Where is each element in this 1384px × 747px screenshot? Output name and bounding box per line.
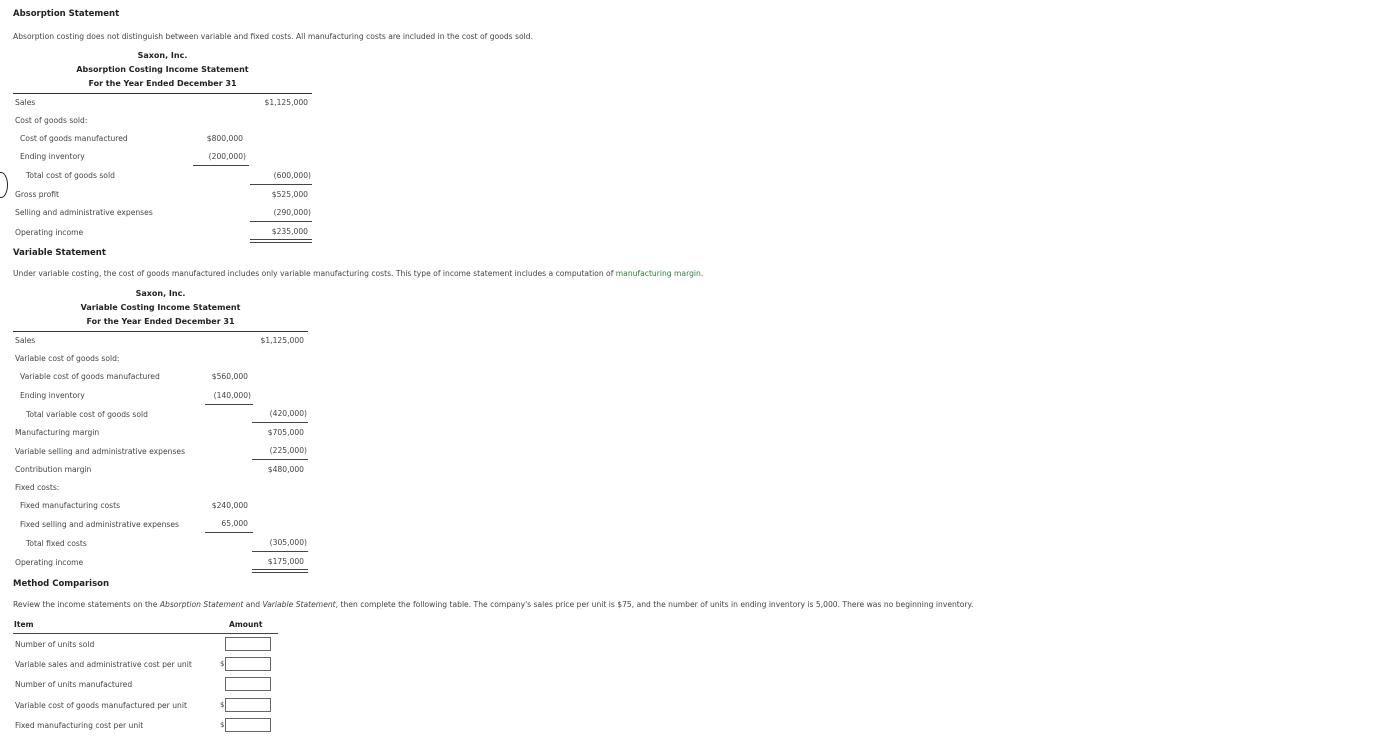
var-fixed-mfg-amount: $240,000 [211, 501, 248, 510]
var-ending-inventory-label: Ending inventory [20, 391, 85, 400]
var-sga-amount: (225,000) [269, 446, 307, 455]
abs-cogm-amount: $800,000 [206, 134, 243, 143]
comparison-intro-a: Review the income statements on the [13, 600, 160, 609]
abs-gross-profit-amount: $525,000 [271, 190, 308, 199]
var-sga-rule [252, 459, 308, 460]
var-sales-amount: $1,125,000 [260, 336, 304, 345]
variable-heading: Variable Statement [13, 248, 106, 258]
variable-intro: Under variable costing, the cost of good… [13, 269, 703, 278]
abs-ending-inventory-label: Ending inventory [20, 152, 85, 161]
column-header-amount: Amount [229, 620, 263, 629]
table-header-rule [13, 633, 278, 634]
variable-header-rule [13, 331, 308, 332]
var-contribution-margin-amount: $480,000 [267, 465, 304, 474]
var-vcogm-amount: $560,000 [211, 372, 248, 381]
abs-total-cogs-amount: (600,000) [273, 171, 311, 180]
abs-ending-inventory-amount: (200,000) [208, 152, 246, 161]
variable-sa-cost-per-unit-input[interactable] [225, 657, 271, 671]
comparison-intro-b: and [243, 600, 263, 609]
comparison-intro-em1: Absorption Statement [159, 600, 244, 609]
var-operating-income-double-rule [252, 569, 308, 573]
dollar-sign: $ [220, 660, 225, 668]
absorption-period: For the Year Ended December 31 [88, 79, 237, 88]
fixed-mfg-cost-per-unit-input[interactable] [225, 718, 271, 732]
var-sales-label: Sales [15, 336, 36, 345]
var-fixed-mfg-label: Fixed manufacturing costs [20, 501, 121, 510]
var-fixed-sga-amount: 65,000 [221, 519, 248, 528]
comparison-intro: Review the income statements on the Abso… [13, 600, 973, 609]
absorption-header-rule [13, 93, 312, 94]
abs-sga-rule [250, 221, 312, 222]
abs-operating-income-double-rule [250, 239, 312, 243]
var-fixed-rule [252, 551, 308, 552]
var-vcogs-header: Variable cost of goods sold: [15, 354, 120, 363]
variable-cogm-per-unit-input[interactable] [225, 698, 271, 712]
abs-sga-amount: (290,000) [273, 208, 311, 217]
var-vcogm-label: Variable cost of goods manufactured [20, 372, 160, 381]
abs-operating-income-label: Operating income [15, 228, 84, 237]
absorption-heading: Absorption Statement [13, 9, 120, 19]
edge-arc-mark [0, 172, 8, 198]
abs-total-cogs-label: Total cost of goods sold [26, 171, 115, 180]
comparison-intro-c: , then complete the following table. The… [335, 600, 974, 609]
dollar-sign: $ [220, 701, 225, 709]
var-sga-label: Variable selling and administrative expe… [15, 447, 186, 456]
var-mfg-margin-label: Manufacturing margin [15, 428, 100, 437]
var-operating-income-amount: $175,000 [267, 557, 304, 566]
var-total-fixed-amount: (305,000) [269, 538, 307, 547]
var-contribution-margin-label: Contribution margin [15, 465, 92, 474]
variable-period: For the Year Ended December 31 [86, 317, 235, 326]
var-total-vcogs-label: Total variable cost of goods sold [26, 410, 148, 419]
abs-subtotal-rule [193, 165, 249, 166]
var-ending-inventory-amount: (140,000) [213, 391, 251, 400]
row-label-variable-cogm-per-unit: Variable cost of goods manufactured per … [15, 701, 187, 710]
abs-sga-label: Selling and administrative expenses [15, 208, 153, 217]
units-sold-input[interactable] [225, 637, 271, 651]
abs-cogm-label: Cost of goods manufactured [20, 134, 128, 143]
row-label-units-sold: Number of units sold [15, 640, 95, 649]
row-label-variable-sa-cost-per-unit: Variable sales and administrative cost p… [15, 660, 192, 669]
abs-cogs-header: Cost of goods sold: [15, 116, 88, 125]
comparison-heading: Method Comparison [13, 579, 110, 589]
column-header-item: Item [14, 620, 34, 629]
var-total-vcogs-amount: (420,000) [269, 409, 307, 418]
row-label-fixed-mfg-cost-per-unit: Fixed manufacturing cost per unit [15, 721, 144, 730]
variable-intro-end: . [700, 269, 704, 278]
variable-company: Saxon, Inc. [135, 289, 186, 298]
abs-sales-amount: $1,125,000 [264, 98, 308, 107]
var-fixed-subtotal-rule [205, 532, 253, 533]
var-total-fixed-label: Total fixed costs [26, 539, 87, 548]
manufacturing-margin-link[interactable]: manufacturing margin [616, 269, 701, 278]
var-fixed-header: Fixed costs: [15, 483, 60, 492]
dollar-sign: $ [220, 721, 225, 729]
var-operating-income-label: Operating income [15, 558, 84, 567]
abs-operating-income-amount: $235,000 [271, 227, 308, 236]
comparison-intro-em2: Variable Statement [262, 600, 336, 609]
abs-gross-profit-label: Gross profit [15, 190, 59, 199]
absorption-intro: Absorption costing does not distinguish … [13, 32, 533, 41]
absorption-title: Absorption Costing Income Statement [76, 65, 249, 74]
var-vcogs-rule [252, 422, 308, 423]
var-subtotal-rule [205, 404, 253, 405]
absorption-company: Saxon, Inc. [137, 51, 188, 60]
abs-sales-label: Sales [15, 98, 36, 107]
abs-cogs-rule [250, 184, 312, 185]
row-label-units-manufactured: Number of units manufactured [15, 680, 133, 689]
units-manufactured-input[interactable] [225, 677, 271, 691]
variable-intro-text: Under variable costing, the cost of good… [13, 269, 616, 278]
variable-title: Variable Costing Income Statement [80, 303, 241, 312]
var-fixed-sga-label: Fixed selling and administrative expense… [20, 520, 179, 529]
var-mfg-margin-amount: $705,000 [267, 428, 304, 437]
